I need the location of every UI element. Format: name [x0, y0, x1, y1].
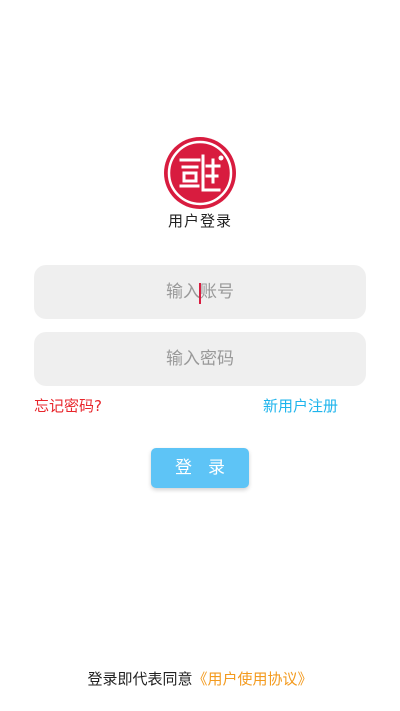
text-cursor	[199, 283, 201, 304]
forgot-password-link[interactable]: 忘记密码?	[34, 395, 102, 416]
register-link[interactable]: 新用户注册	[263, 395, 338, 416]
seal-logo-icon	[163, 136, 237, 210]
login-button[interactable]: 登录	[151, 448, 249, 488]
agreement-prefix: 登录即代表同意	[87, 670, 193, 688]
agreement-text: 登录即代表同意《用户使用协议》	[0, 668, 400, 689]
password-field-container	[34, 332, 366, 386]
user-agreement-link[interactable]: 《用户使用协议》	[193, 670, 313, 688]
login-screen: 用户登录 忘记密码? 新用户注册 登录 登录即代表同意《用户使用协议》	[0, 0, 400, 711]
page-title: 用户登录	[167, 212, 232, 230]
password-input[interactable]	[34, 332, 366, 386]
